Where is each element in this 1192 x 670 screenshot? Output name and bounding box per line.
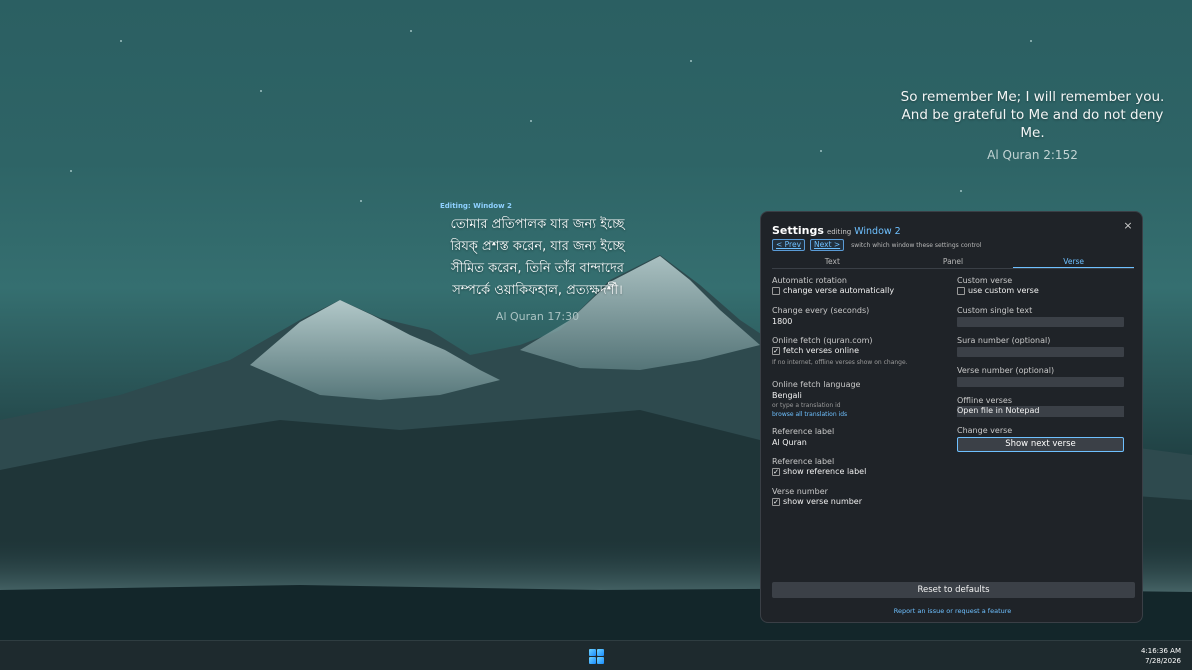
taskbar: 4:16:36 AM 7/28/2026 (0, 640, 1192, 670)
show-reference-checkbox[interactable]: ✓ show reference label (772, 467, 866, 477)
verse-number-input[interactable] (957, 377, 1124, 387)
field-label: Sura number (optional) (957, 336, 1051, 345)
field-note: or type a translation id (772, 402, 841, 409)
custom-verse-checkbox[interactable]: use custom verse (957, 286, 1039, 296)
change-every-input[interactable]: 1800 (772, 316, 869, 327)
open-notepad-button[interactable]: Open file in Notepad (957, 406, 1124, 417)
settings-panel: Settings editing Window 2 × < Prev Next … (760, 211, 1143, 623)
custom-single-input[interactable] (957, 317, 1124, 327)
field-label: Online fetch (quran.com) (772, 336, 873, 345)
show-verse-number-checkbox[interactable]: ✓ show verse number (772, 497, 862, 507)
reset-defaults-button[interactable]: Reset to defaults (772, 582, 1135, 598)
close-icon[interactable]: × (1122, 220, 1134, 232)
auto-rotation-checkbox[interactable]: change verse automatically (772, 286, 894, 296)
sura-number-input[interactable] (957, 347, 1124, 357)
bengali-verse-widget[interactable]: Editing: Window 2 তোমার প্রতিপালক যার জন… (440, 202, 635, 323)
checkbox-checked-icon[interactable]: ✓ (772, 347, 780, 355)
show-next-verse-button[interactable]: Show next verse (957, 437, 1124, 452)
verse-number-opt-field: Verse number (optional) (957, 366, 1124, 387)
auto-rotation-field: Automatic rotation change verse automati… (772, 276, 894, 296)
field-label: Offline verses (957, 396, 1012, 405)
custom-verse-field: Custom verse use custom verse (957, 276, 1039, 296)
window-nav: < Prev Next > switch which window these … (772, 239, 982, 251)
offline-verses-field: Offline verses Open file in Notepad (957, 396, 1124, 417)
field-label: Reference label (772, 427, 835, 436)
settings-title: Settings (772, 224, 824, 237)
report-issue-link[interactable]: Report an issue or request a feature (761, 607, 1144, 615)
verse-number-field: Verse number ✓ show verse number (772, 487, 862, 507)
change-every-field: Change every (seconds) 1800 (772, 306, 869, 327)
fetch-language-field: Online fetch language Bengali or type a … (772, 380, 860, 419)
clock-date: 7/28/2026 (1145, 657, 1181, 665)
tab-verse[interactable]: Verse (1013, 257, 1135, 268)
settings-tabs: Text Panel Verse (772, 257, 1135, 269)
sura-number-field: Sura number (optional) (957, 336, 1124, 357)
english-verse-widget: So remember Me; I will remember you. And… (890, 88, 1175, 162)
field-label: Change every (seconds) (772, 306, 870, 315)
translation-ids-link[interactable]: browse all translation ids (772, 410, 860, 419)
checkbox-label: show reference label (783, 467, 867, 476)
reference-label-input[interactable]: Al Quran (772, 437, 834, 448)
reference-label-field: Reference label Al Quran (772, 427, 834, 448)
field-note: If no internet, offline verses show on c… (772, 359, 908, 366)
verse-reference: Al Quran 2:152 (987, 148, 1078, 162)
checkbox-label: fetch verses online (783, 346, 860, 355)
online-fetch-field: Online fetch (quran.com) ✓ fetch verses … (772, 336, 908, 367)
field-label: Online fetch language (772, 380, 861, 389)
field-label: Verse number (optional) (957, 366, 1055, 375)
editing-tag: Editing: Window 2 (440, 202, 512, 210)
field-label: Change verse (957, 426, 1013, 435)
checkbox-label: change verse automatically (783, 286, 895, 295)
checkbox-label: show verse number (783, 497, 863, 506)
next-button[interactable]: Next > (810, 239, 845, 251)
tab-text[interactable]: Text (772, 257, 893, 268)
nav-hint: switch which window these settings contr… (851, 241, 982, 249)
window-name: Window 2 (854, 226, 901, 237)
show-reference-field: Reference label ✓ show reference label (772, 457, 866, 477)
checkbox-icon[interactable] (957, 287, 965, 295)
tab-panel[interactable]: Panel (893, 257, 1014, 268)
checkbox-label: use custom verse (968, 286, 1039, 295)
verse-text: তোমার প্রতিপালক যার জন্য ইচ্ছে রিযক্ প্র… (450, 217, 625, 298)
checkbox-icon[interactable] (772, 287, 780, 295)
verse-reference: Al Quran 17:30 (495, 310, 580, 323)
online-fetch-checkbox[interactable]: ✓ fetch verses online (772, 346, 908, 356)
editing-word: editing (826, 228, 852, 236)
change-verse-field: Change verse Show next verse (957, 426, 1124, 452)
field-label: Verse number (772, 487, 828, 496)
verse-text: So remember Me; I will remember you. And… (900, 89, 1165, 141)
windows-start-icon[interactable] (589, 649, 604, 664)
settings-header: Settings editing Window 2 (772, 224, 901, 237)
field-label: Automatic rotation (772, 276, 847, 285)
prev-button[interactable]: < Prev (772, 239, 806, 251)
field-label: Reference label (772, 457, 835, 466)
fetch-language-input[interactable]: Bengali (772, 390, 860, 401)
checkbox-checked-icon[interactable]: ✓ (772, 498, 780, 506)
clock-time: 4:16:36 AM (1140, 647, 1181, 655)
checkbox-checked-icon[interactable]: ✓ (772, 468, 780, 476)
system-clock[interactable]: 4:16:36 AM 7/28/2026 (1141, 646, 1181, 666)
field-label: Custom single text (957, 306, 1033, 315)
custom-single-field: Custom single text (957, 306, 1124, 327)
field-label: Custom verse (957, 276, 1013, 285)
